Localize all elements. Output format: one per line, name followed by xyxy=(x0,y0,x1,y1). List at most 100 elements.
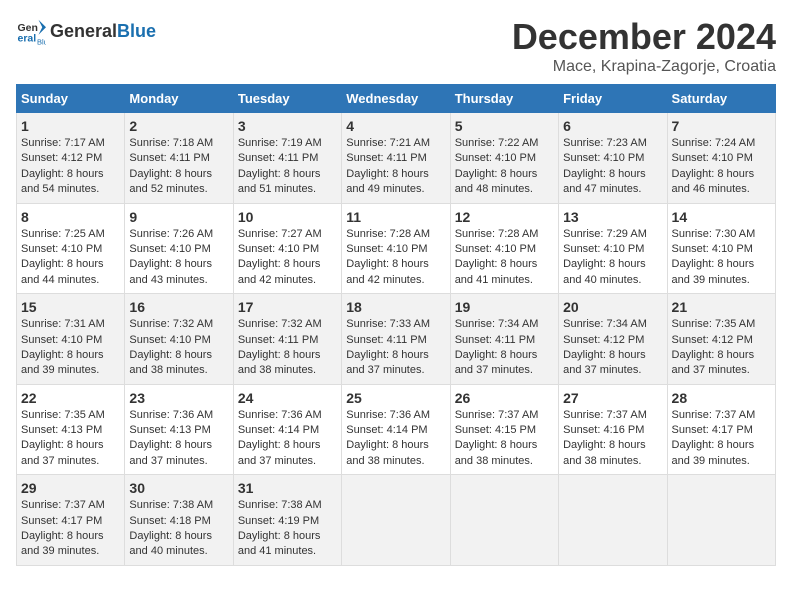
header-monday: Monday xyxy=(125,85,233,113)
sunset-label: Sunset: 4:11 PM xyxy=(455,334,536,346)
sunset-label: Sunset: 4:11 PM xyxy=(129,152,210,164)
daylight-label: Daylight: 8 hours and 42 minutes. xyxy=(238,258,321,285)
day-number: 14 xyxy=(672,209,771,225)
header-sunday: Sunday xyxy=(17,85,125,113)
sunrise-label: Sunrise: 7:35 AM xyxy=(672,318,756,330)
sunset-label: Sunset: 4:11 PM xyxy=(346,334,427,346)
daylight-label: Daylight: 8 hours and 47 minutes. xyxy=(563,168,646,195)
day-cell-30: 30 Sunrise: 7:38 AM Sunset: 4:18 PM Dayl… xyxy=(125,475,233,566)
day-info: Sunrise: 7:36 AM Sunset: 4:14 PM Dayligh… xyxy=(238,408,337,470)
daylight-label: Daylight: 8 hours and 48 minutes. xyxy=(455,168,538,195)
day-cell-20: 20 Sunrise: 7:34 AM Sunset: 4:12 PM Dayl… xyxy=(559,294,667,385)
sunrise-label: Sunrise: 7:19 AM xyxy=(238,137,322,149)
sunset-label: Sunset: 4:14 PM xyxy=(346,424,427,436)
logo: Gen eral Blue General Blue xyxy=(16,16,156,46)
sunset-label: Sunset: 4:10 PM xyxy=(238,243,319,255)
day-number: 29 xyxy=(21,480,120,496)
calendar-week-5: 29 Sunrise: 7:37 AM Sunset: 4:17 PM Dayl… xyxy=(17,475,776,566)
sunrise-label: Sunrise: 7:36 AM xyxy=(346,409,430,421)
day-info: Sunrise: 7:30 AM Sunset: 4:10 PM Dayligh… xyxy=(672,227,771,289)
day-cell-8: 8 Sunrise: 7:25 AM Sunset: 4:10 PM Dayli… xyxy=(17,203,125,294)
day-number: 9 xyxy=(129,209,228,225)
sunset-label: Sunset: 4:10 PM xyxy=(455,152,536,164)
header-tuesday: Tuesday xyxy=(233,85,341,113)
day-cell-11: 11 Sunrise: 7:28 AM Sunset: 4:10 PM Dayl… xyxy=(342,203,450,294)
day-info: Sunrise: 7:33 AM Sunset: 4:11 PM Dayligh… xyxy=(346,317,445,379)
daylight-label: Daylight: 8 hours and 38 minutes. xyxy=(129,349,212,376)
day-number: 16 xyxy=(129,299,228,315)
day-cell-24: 24 Sunrise: 7:36 AM Sunset: 4:14 PM Dayl… xyxy=(233,384,341,475)
day-info: Sunrise: 7:37 AM Sunset: 4:17 PM Dayligh… xyxy=(672,408,771,470)
sunrise-label: Sunrise: 7:29 AM xyxy=(563,228,647,240)
svg-text:Blue: Blue xyxy=(37,38,46,47)
day-cell-5: 5 Sunrise: 7:22 AM Sunset: 4:10 PM Dayli… xyxy=(450,113,558,204)
daylight-label: Daylight: 8 hours and 37 minutes. xyxy=(455,349,538,376)
day-cell-4: 4 Sunrise: 7:21 AM Sunset: 4:11 PM Dayli… xyxy=(342,113,450,204)
sunset-label: Sunset: 4:16 PM xyxy=(563,424,644,436)
sunrise-label: Sunrise: 7:27 AM xyxy=(238,228,322,240)
daylight-label: Daylight: 8 hours and 39 minutes. xyxy=(21,530,104,557)
day-info: Sunrise: 7:25 AM Sunset: 4:10 PM Dayligh… xyxy=(21,227,120,289)
day-info: Sunrise: 7:23 AM Sunset: 4:10 PM Dayligh… xyxy=(563,136,662,198)
day-info: Sunrise: 7:37 AM Sunset: 4:15 PM Dayligh… xyxy=(455,408,554,470)
daylight-label: Daylight: 8 hours and 41 minutes. xyxy=(238,530,321,557)
day-number: 13 xyxy=(563,209,662,225)
sunset-label: Sunset: 4:10 PM xyxy=(455,243,536,255)
sunrise-label: Sunrise: 7:37 AM xyxy=(455,409,539,421)
day-number: 5 xyxy=(455,118,554,134)
calendar-week-3: 15 Sunrise: 7:31 AM Sunset: 4:10 PM Dayl… xyxy=(17,294,776,385)
sunset-label: Sunset: 4:10 PM xyxy=(563,243,644,255)
location-subtitle: Mace, Krapina-Zagorje, Croatia xyxy=(512,58,776,76)
day-info: Sunrise: 7:34 AM Sunset: 4:11 PM Dayligh… xyxy=(455,317,554,379)
daylight-label: Daylight: 8 hours and 38 minutes. xyxy=(563,439,646,466)
sunset-label: Sunset: 4:10 PM xyxy=(672,243,753,255)
day-cell-22: 22 Sunrise: 7:35 AM Sunset: 4:13 PM Dayl… xyxy=(17,384,125,475)
logo-text-blue: Blue xyxy=(117,21,156,42)
daylight-label: Daylight: 8 hours and 38 minutes. xyxy=(455,439,538,466)
sunrise-label: Sunrise: 7:24 AM xyxy=(672,137,756,149)
day-info: Sunrise: 7:34 AM Sunset: 4:12 PM Dayligh… xyxy=(563,317,662,379)
day-cell-6: 6 Sunrise: 7:23 AM Sunset: 4:10 PM Dayli… xyxy=(559,113,667,204)
day-info: Sunrise: 7:35 AM Sunset: 4:13 PM Dayligh… xyxy=(21,408,120,470)
day-cell-3: 3 Sunrise: 7:19 AM Sunset: 4:11 PM Dayli… xyxy=(233,113,341,204)
day-number: 25 xyxy=(346,390,445,406)
sunset-label: Sunset: 4:19 PM xyxy=(238,515,319,527)
daylight-label: Daylight: 8 hours and 49 minutes. xyxy=(346,168,429,195)
day-number: 1 xyxy=(21,118,120,134)
day-number: 8 xyxy=(21,209,120,225)
day-cell-17: 17 Sunrise: 7:32 AM Sunset: 4:11 PM Dayl… xyxy=(233,294,341,385)
sunrise-label: Sunrise: 7:22 AM xyxy=(455,137,539,149)
day-info: Sunrise: 7:36 AM Sunset: 4:13 PM Dayligh… xyxy=(129,408,228,470)
title-area: December 2024 Mace, Krapina-Zagorje, Cro… xyxy=(512,16,776,76)
day-info: Sunrise: 7:22 AM Sunset: 4:10 PM Dayligh… xyxy=(455,136,554,198)
sunset-label: Sunset: 4:10 PM xyxy=(129,243,210,255)
day-info: Sunrise: 7:24 AM Sunset: 4:10 PM Dayligh… xyxy=(672,136,771,198)
daylight-label: Daylight: 8 hours and 52 minutes. xyxy=(129,168,212,195)
day-number: 21 xyxy=(672,299,771,315)
day-cell-12: 12 Sunrise: 7:28 AM Sunset: 4:10 PM Dayl… xyxy=(450,203,558,294)
day-cell-7: 7 Sunrise: 7:24 AM Sunset: 4:10 PM Dayli… xyxy=(667,113,775,204)
empty-cell xyxy=(450,475,558,566)
day-number: 4 xyxy=(346,118,445,134)
day-cell-29: 29 Sunrise: 7:37 AM Sunset: 4:17 PM Dayl… xyxy=(17,475,125,566)
sunset-label: Sunset: 4:13 PM xyxy=(21,424,102,436)
day-info: Sunrise: 7:21 AM Sunset: 4:11 PM Dayligh… xyxy=(346,136,445,198)
empty-cell xyxy=(667,475,775,566)
page-header: Gen eral Blue General Blue December 2024… xyxy=(16,16,776,76)
sunrise-label: Sunrise: 7:37 AM xyxy=(563,409,647,421)
sunrise-label: Sunrise: 7:37 AM xyxy=(21,499,105,511)
day-number: 23 xyxy=(129,390,228,406)
day-info: Sunrise: 7:17 AM Sunset: 4:12 PM Dayligh… xyxy=(21,136,120,198)
day-cell-10: 10 Sunrise: 7:27 AM Sunset: 4:10 PM Dayl… xyxy=(233,203,341,294)
sunrise-label: Sunrise: 7:21 AM xyxy=(346,137,430,149)
day-info: Sunrise: 7:32 AM Sunset: 4:11 PM Dayligh… xyxy=(238,317,337,379)
day-cell-26: 26 Sunrise: 7:37 AM Sunset: 4:15 PM Dayl… xyxy=(450,384,558,475)
sunrise-label: Sunrise: 7:28 AM xyxy=(346,228,430,240)
day-number: 7 xyxy=(672,118,771,134)
sunset-label: Sunset: 4:17 PM xyxy=(21,515,102,527)
day-cell-2: 2 Sunrise: 7:18 AM Sunset: 4:11 PM Dayli… xyxy=(125,113,233,204)
day-info: Sunrise: 7:27 AM Sunset: 4:10 PM Dayligh… xyxy=(238,227,337,289)
day-info: Sunrise: 7:26 AM Sunset: 4:10 PM Dayligh… xyxy=(129,227,228,289)
day-number: 11 xyxy=(346,209,445,225)
day-info: Sunrise: 7:28 AM Sunset: 4:10 PM Dayligh… xyxy=(455,227,554,289)
